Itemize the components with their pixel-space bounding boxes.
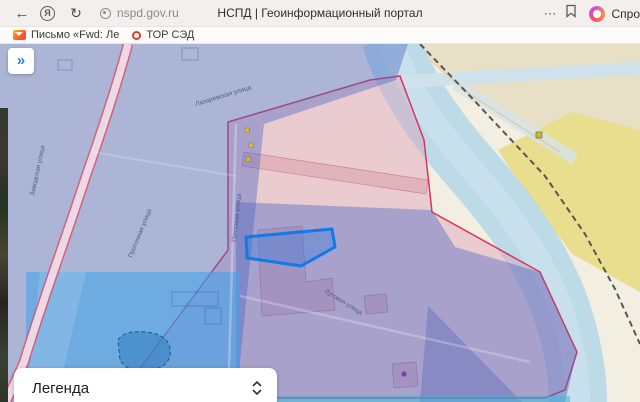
more-menu-icon[interactable]: ⋯	[539, 7, 561, 20]
alice-label[interactable]: Спро	[611, 7, 640, 21]
back-button[interactable]: ←	[12, 6, 32, 21]
refresh-button[interactable]: ↻	[66, 6, 86, 20]
legend-label: Легенда	[32, 379, 90, 397]
toolbar-right: ⋯ Спро	[539, 0, 640, 27]
map-svg[interactable]: Лазаревская улица Заводская улица Почтов…	[0, 44, 640, 402]
legend-select[interactable]: Легенда	[14, 368, 277, 402]
bookmark-icon[interactable]	[563, 3, 581, 24]
bookmark-item-tor-sed[interactable]: ТОР СЭД	[132, 29, 194, 41]
bookmark-item-mail[interactable]: Письмо «Fwd: Ле	[13, 29, 119, 41]
map-canvas[interactable]: Лазаревская улица Заводская улица Почтов…	[0, 44, 640, 402]
mail-icon	[13, 30, 26, 40]
address-bar[interactable]: nspd.gov.ru	[100, 6, 179, 20]
expand-sidebar-button[interactable]: »	[8, 48, 34, 74]
alice-assistant-icon[interactable]	[589, 5, 606, 22]
red-ring-icon	[132, 30, 142, 40]
select-chevrons-icon	[252, 381, 262, 395]
pond	[117, 331, 171, 372]
browser-menu-icon[interactable]: Я	[40, 5, 55, 21]
site-info-icon	[100, 7, 111, 19]
browser-toolbar: ← Я ↻ nspd.gov.ru НСПД | Геоинформационн…	[0, 0, 640, 27]
bookmarks-bar: Письмо «Fwd: Ле ТОР СЭД	[0, 27, 640, 44]
browser-window: ← Я ↻ nspd.gov.ru НСПД | Геоинформационн…	[0, 0, 640, 402]
url-text[interactable]: nspd.gov.ru	[117, 6, 179, 20]
